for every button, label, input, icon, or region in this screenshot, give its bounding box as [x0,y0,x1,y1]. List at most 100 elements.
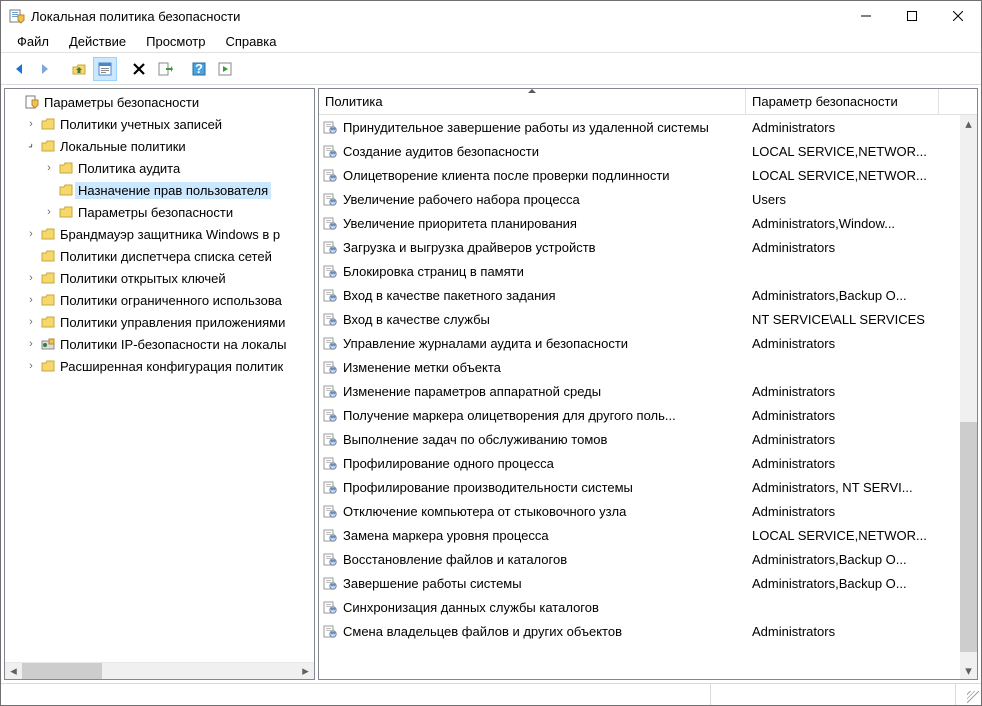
policy-row[interactable]: Блокировка страниц в памяти [319,259,960,283]
main-window: Локальная политика безопасности Файл Дей… [0,0,982,706]
tree-security-options[interactable]: › Параметры безопасности [5,201,314,223]
scrollbar-track[interactable] [22,663,297,680]
policy-row[interactable]: Увеличение рабочего набора процессаUsers [319,187,960,211]
policy-row[interactable]: Профилирование производительности систем… [319,475,960,499]
scrollbar-thumb[interactable] [960,422,977,652]
shield-icon [23,94,41,110]
policy-row[interactable]: Смена владельцев файлов и других объекто… [319,619,960,643]
policy-icon [319,239,341,255]
tree-audit-policy[interactable]: › Политика аудита [5,157,314,179]
tree-root[interactable]: Параметры безопасности [5,91,314,113]
tree-ipsec[interactable]: › Политики IP-безопасности на локалы [5,333,314,355]
list-vertical-scrollbar[interactable]: ▴ ▾ [960,115,977,679]
tree-label: Политика аудита [75,160,183,177]
scrollbar-track[interactable] [960,132,977,662]
tree-nlm[interactable]: Политики диспетчера списка сетей [5,245,314,267]
back-button[interactable] [7,57,31,81]
minimize-button[interactable] [843,1,889,31]
policy-icon [319,119,341,135]
expand-icon[interactable]: › [23,360,39,372]
policy-value: Administrators [746,408,939,423]
tree-view[interactable]: Параметры безопасности › Политики учетны… [5,89,314,662]
export-button[interactable] [153,57,177,81]
menu-view[interactable]: Просмотр [136,32,215,51]
up-folder-button[interactable] [67,57,91,81]
expand-icon[interactable]: › [23,272,39,284]
policy-row[interactable]: Профилирование одного процессаAdministra… [319,451,960,475]
folder-icon [39,248,57,264]
run-button[interactable] [213,57,237,81]
tree-user-rights[interactable]: Назначение прав пользователя [5,179,314,201]
policy-row[interactable]: Выполнение задач по обслуживанию томовAd… [319,427,960,451]
policy-row[interactable]: Олицетворение клиента после проверки под… [319,163,960,187]
policy-row[interactable]: Вход в качестве пакетного заданияAdminis… [319,283,960,307]
expand-icon[interactable]: › [41,206,57,218]
policy-row[interactable]: Отключение компьютера от стыковочного уз… [319,499,960,523]
resize-grip[interactable] [956,684,981,705]
policy-row[interactable]: Управление журналами аудита и безопаснос… [319,331,960,355]
column-header-policy[interactable]: Политика [319,89,746,114]
policy-value: Administrators,Window... [746,216,939,231]
policy-icon [319,335,341,351]
policy-row[interactable]: Вход в качестве службыNT SERVICE\ALL SER… [319,307,960,331]
tree-horizontal-scrollbar[interactable]: ◂ ▸ [5,662,314,679]
title-bar: Локальная политика безопасности [1,1,981,31]
folder-icon [57,182,75,198]
menu-help[interactable]: Справка [216,32,287,51]
collapse-icon[interactable]: › [21,136,41,156]
maximize-button[interactable] [889,1,935,31]
expand-icon[interactable]: › [23,316,39,328]
scrollbar-thumb[interactable] [22,663,102,680]
policy-name: Изменение метки объекта [341,360,746,375]
policy-row[interactable]: Восстановление файлов и каталоговAdminis… [319,547,960,571]
folder-icon [39,358,57,374]
policy-row[interactable]: Синхронизация данных службы каталогов [319,595,960,619]
tree-account-policies[interactable]: › Политики учетных записей [5,113,314,135]
policy-row[interactable]: Изменение параметров аппаратной средыAdm… [319,379,960,403]
menu-action[interactable]: Действие [59,32,136,51]
tree-srp[interactable]: › Политики ограниченного использова [5,289,314,311]
expand-icon[interactable]: › [23,338,39,350]
policy-row[interactable]: Увеличение приоритета планированияAdmini… [319,211,960,235]
scroll-left-icon[interactable]: ◂ [5,663,22,680]
policy-name: Изменение параметров аппаратной среды [341,384,746,399]
scroll-down-icon[interactable]: ▾ [960,662,977,679]
expand-icon[interactable]: › [23,228,39,240]
tree-public-key[interactable]: › Политики открытых ключей [5,267,314,289]
expand-icon[interactable]: › [23,294,39,306]
expand-icon[interactable]: › [23,118,39,130]
delete-button[interactable] [127,57,151,81]
policy-name: Создание аудитов безопасности [341,144,746,159]
tree-advanced[interactable]: › Расширенная конфигурация политик [5,355,314,377]
scroll-up-icon[interactable]: ▴ [960,115,977,132]
tree-label: Брандмауэр защитника Windows в р [57,226,283,243]
menu-file[interactable]: Файл [7,32,59,51]
policy-row[interactable]: Замена маркера уровня процессаLOCAL SERV… [319,523,960,547]
policy-icon [319,215,341,231]
policy-row[interactable]: Принудительное завершение работы из удал… [319,115,960,139]
column-header-param[interactable]: Параметр безопасности [746,89,939,114]
policy-name: Смена владельцев файлов и других объекто… [341,624,746,639]
policy-row[interactable]: Завершение работы системыAdministrators,… [319,571,960,595]
list-pane: Политика Параметр безопасности Принудите… [318,88,978,680]
policy-name: Вход в качестве пакетного задания [341,288,746,303]
policy-icon [319,263,341,279]
policy-row[interactable]: Загрузка и выгрузка драйверов устройствA… [319,235,960,259]
policy-value: Administrators,Backup O... [746,576,939,591]
policy-row[interactable]: Получение маркера олицетворения для друг… [319,403,960,427]
tree-label: Локальные политики [57,138,189,155]
tree-firewall[interactable]: › Брандмауэр защитника Windows в р [5,223,314,245]
expand-icon[interactable]: › [41,162,57,174]
close-button[interactable] [935,1,981,31]
help-button[interactable]: ? [187,57,211,81]
policy-icon [319,143,341,159]
list-rows[interactable]: Принудительное завершение работы из удал… [319,115,960,679]
scroll-right-icon[interactable]: ▸ [297,663,314,680]
tree-local-policies[interactable]: › Локальные политики [5,135,314,157]
policy-value: Administrators [746,432,939,447]
policy-row[interactable]: Изменение метки объекта [319,355,960,379]
forward-button[interactable] [33,57,57,81]
policy-row[interactable]: Создание аудитов безопасностиLOCAL SERVI… [319,139,960,163]
tree-acr[interactable]: › Политики управления приложениями [5,311,314,333]
properties-button[interactable] [93,57,117,81]
